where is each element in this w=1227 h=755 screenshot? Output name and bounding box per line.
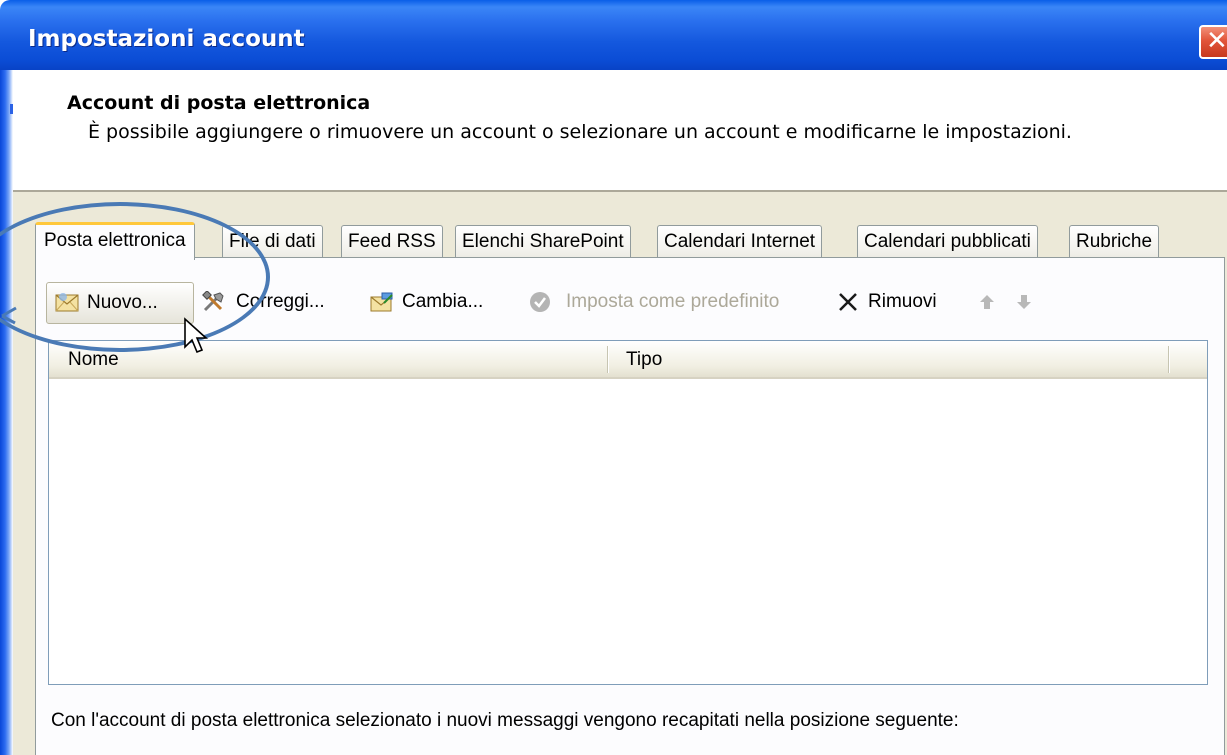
dialog-header: Account di posta elettronica È possibile… — [13, 70, 1227, 190]
new-account-button[interactable]: Nuovo... — [46, 282, 194, 324]
arrow-up-icon — [980, 295, 994, 309]
move-up-button[interactable] — [975, 282, 999, 324]
move-down-button[interactable] — [1012, 282, 1036, 324]
tab-elenchi-sharepoint[interactable]: Elenchi SharePoint — [455, 225, 631, 258]
arrow-down-icon — [1017, 295, 1031, 309]
column-separator[interactable] — [607, 346, 609, 373]
repair-button[interactable]: Correggi... — [202, 282, 352, 324]
window-title: Impostazioni account — [28, 26, 305, 52]
tab-calendari-internet[interactable]: Calendari Internet — [657, 225, 823, 258]
check-circle-icon — [530, 292, 550, 312]
remove-button[interactable]: Rimuovi — [836, 282, 956, 324]
column-header-tipo[interactable]: Tipo — [626, 349, 662, 371]
window-left-border — [0, 70, 13, 755]
set-default-label: Imposta come predefinito — [566, 291, 780, 312]
change-button[interactable]: Cambia... — [370, 282, 510, 324]
header-description: È possibile aggiungere o rimuovere un ac… — [88, 121, 1072, 143]
delivery-location-text: Con l'account di posta elettronica selez… — [51, 710, 959, 731]
tab-rubriche[interactable]: Rubriche — [1069, 225, 1160, 258]
set-default-button[interactable]: Imposta come predefinito — [528, 282, 818, 324]
list-header: Nome Tipo — [49, 341, 1207, 379]
repair-label: Correggi... — [236, 291, 325, 312]
annotation-arrow-icon — [1, 306, 17, 325]
account-settings-window: Impostazioni account ✕ Account di posta … — [0, 0, 1227, 755]
envelope-icon — [55, 293, 79, 312]
column-separator[interactable] — [1168, 346, 1170, 373]
tab-calendari-pubblicati[interactable]: Calendari pubblicati — [857, 225, 1038, 258]
tab-strip: Posta elettronica File di dati Feed RSS … — [35, 222, 1225, 260]
header-title: Account di posta elettronica — [67, 92, 371, 114]
close-button[interactable]: ✕ — [1199, 25, 1227, 59]
change-label: Cambia... — [402, 291, 484, 312]
tab-file-di-dati[interactable]: File di dati — [222, 225, 323, 258]
tab-feed-rss[interactable]: Feed RSS — [341, 225, 443, 258]
column-header-nome[interactable]: Nome — [68, 349, 119, 371]
mouse-cursor-icon — [184, 317, 209, 354]
x-icon — [839, 293, 857, 311]
accounts-list[interactable]: Nome Tipo — [48, 340, 1208, 685]
tools-icon — [202, 291, 224, 312]
change-account-icon — [370, 292, 393, 312]
remove-label: Rimuovi — [868, 291, 937, 312]
title-bar[interactable]: Impostazioni account ✕ — [0, 0, 1227, 70]
tab-posta-elettronica[interactable]: Posta elettronica — [35, 222, 195, 260]
new-account-label: Nuovo... — [87, 292, 158, 313]
